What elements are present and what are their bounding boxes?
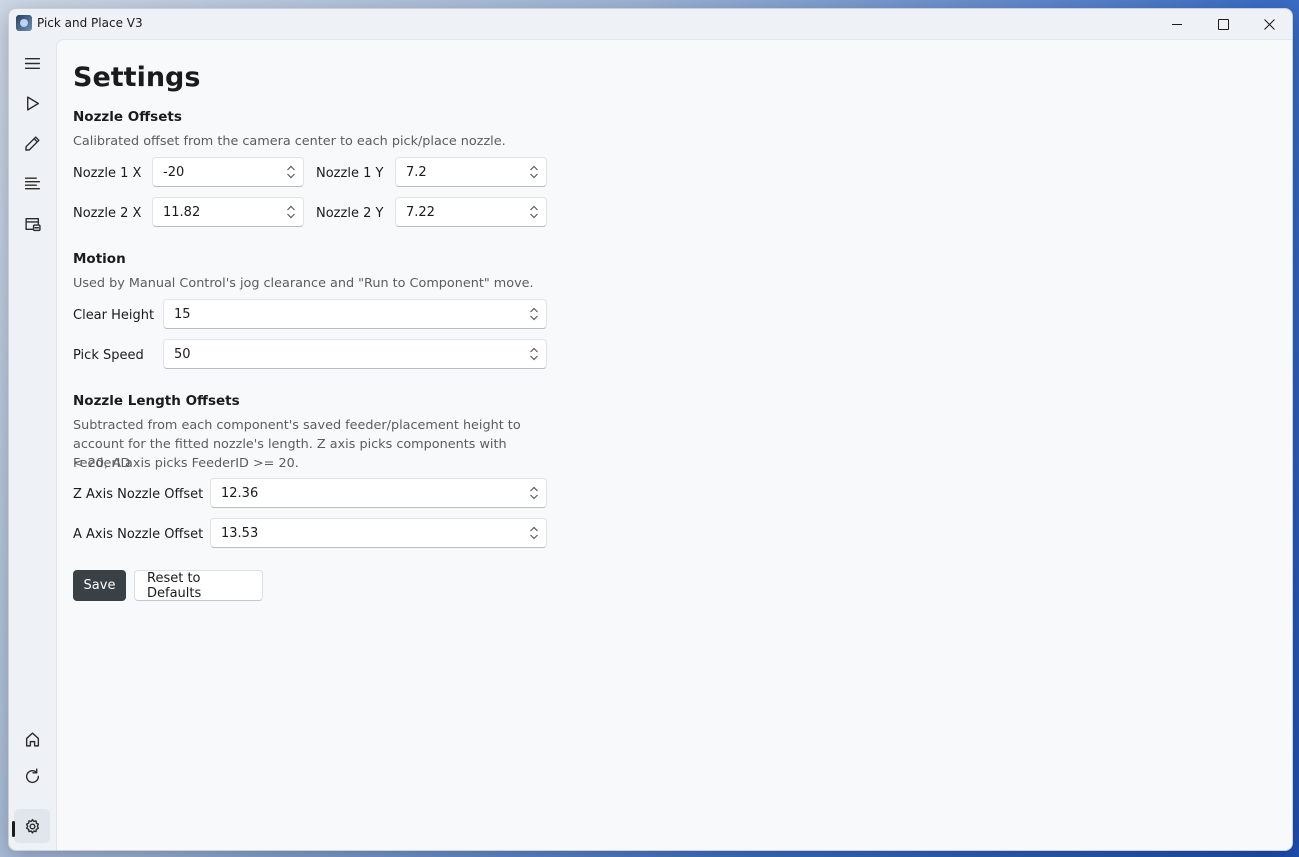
nozzle-2-y-label: Nozzle 2 Y: [316, 206, 384, 221]
maximize-icon: [1217, 18, 1229, 30]
nav-item-home[interactable]: [14, 722, 50, 756]
nozzle-2-y-spinner[interactable]: [522, 198, 546, 226]
nozzle-1-x-value: -20: [163, 164, 185, 180]
nav-item-feeders[interactable]: [14, 206, 50, 240]
reset-to-defaults-button[interactable]: Reset to Defaults: [134, 570, 263, 601]
nozzle-length-offsets-description-line-1: Subtracted from each component's saved f…: [73, 418, 521, 433]
pick-speed-value: 50: [174, 346, 191, 362]
nozzle-offsets-heading: Nozzle Offsets: [73, 109, 182, 125]
minimize-button[interactable]: [1154, 9, 1200, 39]
z-axis-offset-value: 12.36: [221, 485, 259, 501]
nav-item-refresh[interactable]: [14, 759, 50, 793]
up-down-chevron-icon: [287, 165, 295, 179]
close-button[interactable]: [1246, 9, 1292, 39]
up-down-chevron-icon: [530, 526, 538, 540]
z-axis-offset-input[interactable]: 12.36: [210, 478, 547, 508]
close-icon: [1263, 18, 1275, 30]
nozzle-length-offsets-heading: Nozzle Length Offsets: [73, 393, 240, 409]
nozzle-2-x-value: 11.82: [163, 204, 201, 220]
clear-height-value: 15: [174, 306, 191, 322]
feeder-storage-icon: [24, 217, 41, 231]
page-title: Settings: [73, 62, 201, 93]
z-axis-offset-label: Z Axis Nozzle Offset: [73, 487, 204, 502]
pick-speed-spinner[interactable]: [522, 340, 546, 368]
clear-height-label: Clear Height: [73, 308, 155, 323]
nozzle-length-offsets-description-line-3: < 20, A axis picks FeederID >= 20.: [73, 456, 299, 471]
up-down-chevron-icon: [530, 347, 538, 361]
nav-menu-toggle[interactable]: [14, 46, 50, 80]
a-axis-offset-input[interactable]: 13.53: [210, 518, 547, 548]
nozzle-1-x-label: Nozzle 1 X: [73, 166, 142, 181]
navigation-rail: [9, 39, 55, 850]
up-down-chevron-icon: [530, 205, 538, 219]
play-icon: [26, 95, 39, 111]
nozzle-2-x-label: Nozzle 2 X: [73, 206, 142, 221]
nozzle-offsets-description: Calibrated offset from the camera center…: [73, 134, 506, 149]
nozzle-1-x-spinner[interactable]: [279, 158, 303, 186]
title-bar: Pick and Place V3: [9, 9, 1292, 39]
hamburger-menu-icon: [24, 57, 40, 69]
window-title: Pick and Place V3: [37, 16, 143, 30]
a-axis-offset-label: A Axis Nozzle Offset: [73, 527, 204, 542]
clear-height-input[interactable]: 15: [163, 299, 547, 329]
nozzle-2-y-value: 7.22: [406, 204, 435, 220]
motion-description: Used by Manual Control's jog clearance a…: [73, 276, 534, 291]
settings-page: Settings Nozzle Offsets Calibrated offse…: [56, 39, 1292, 850]
nav-item-run[interactable]: [14, 86, 50, 120]
nozzle-1-x-input[interactable]: -20: [152, 157, 304, 187]
pencil-icon: [24, 135, 40, 151]
nozzle-1-y-label: Nozzle 1 Y: [316, 166, 384, 181]
z-axis-offset-spinner[interactable]: [522, 479, 546, 507]
nozzle-2-x-spinner[interactable]: [279, 198, 303, 226]
up-down-chevron-icon: [530, 486, 538, 500]
nozzle-2-x-input[interactable]: 11.82: [152, 197, 304, 227]
a-axis-offset-value: 13.53: [221, 525, 259, 541]
pick-speed-label: Pick Speed: [73, 348, 144, 363]
gear-icon: [25, 818, 39, 834]
nozzle-2-y-input[interactable]: 7.22: [395, 197, 547, 227]
pick-speed-input[interactable]: 50: [163, 339, 547, 369]
nav-item-list[interactable]: [14, 166, 50, 200]
maximize-button[interactable]: [1200, 9, 1246, 39]
up-down-chevron-icon: [530, 307, 538, 321]
nozzle-1-y-spinner[interactable]: [522, 158, 546, 186]
clear-height-spinner[interactable]: [522, 300, 546, 328]
nozzle-1-y-input[interactable]: 7.2: [395, 157, 547, 187]
save-button[interactable]: Save: [73, 570, 126, 601]
up-down-chevron-icon: [530, 165, 538, 179]
refresh-icon: [25, 767, 39, 783]
minimize-icon: [1172, 23, 1182, 25]
home-icon: [25, 731, 39, 747]
app-logo-icon: [16, 15, 32, 31]
nav-selection-indicator: [12, 821, 15, 837]
nav-item-edit[interactable]: [14, 126, 50, 160]
app-window: Pick and Place V3 Settings Nozzle Offset…: [8, 8, 1293, 851]
nozzle-1-y-value: 7.2: [406, 164, 427, 180]
list-lines-icon: [24, 176, 40, 189]
nav-item-settings[interactable]: [14, 809, 50, 843]
up-down-chevron-icon: [287, 205, 295, 219]
motion-heading: Motion: [73, 251, 126, 267]
a-axis-offset-spinner[interactable]: [522, 519, 546, 547]
